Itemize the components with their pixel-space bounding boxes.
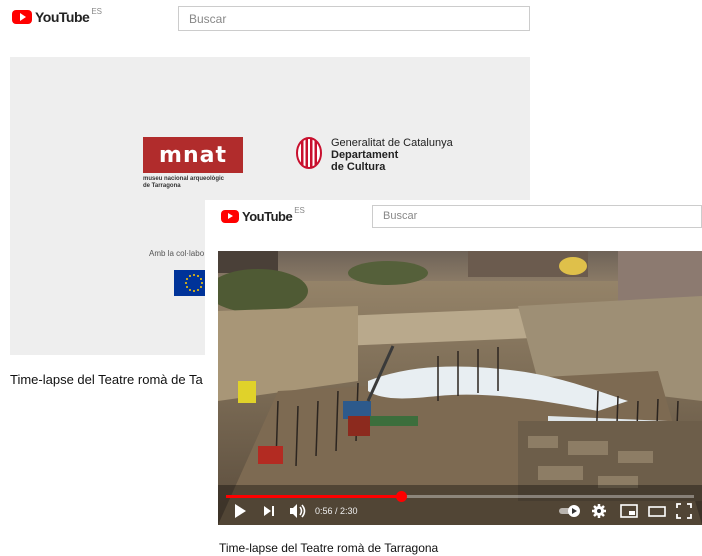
country-code: ES [294,206,305,215]
miniplayer-icon [620,504,638,518]
volume-button[interactable] [289,503,307,519]
time-display: 0:56 / 2:30 [315,506,358,516]
volume-icon [290,504,306,518]
youtube-play-icon [12,10,32,24]
theater-mode-button[interactable] [648,503,666,519]
gencat-line3: de Cultura [331,161,386,173]
video-frame-excavation-site [218,251,702,525]
play-button[interactable] [233,503,247,519]
progress-bar[interactable] [226,491,694,502]
country-code: ES [91,6,102,16]
gencat-text: Generalitat de Catalunya Departament de … [331,137,453,173]
youtube-logo[interactable]: YouTube ES [221,206,305,224]
autoplay-toggle[interactable] [558,503,582,519]
gear-icon [592,504,606,518]
gencat-line1: Generalitat de Catalunya [331,137,453,149]
mnat-logo: mnat [143,137,243,173]
progress-bar-played [226,495,401,498]
fullscreen-button[interactable] [676,503,692,519]
fullscreen-icon [676,503,692,519]
front-window: YouTube ES Buscar 0:56 / 2:30 Time-lapse… [205,200,702,556]
collaboration-text: Amb la col·labo [149,249,205,258]
video-title[interactable]: Time-lapse del Teatre romà de Ta [10,372,203,387]
mnat-subtitle-line1: museu nacional arqueològic [143,176,225,182]
miniplayer-button[interactable] [620,503,638,519]
mnat-subtitle-line2: de Tarragona [143,183,181,189]
next-button[interactable] [262,503,276,519]
search-input[interactable]: Buscar [372,205,702,228]
progress-scrubber[interactable] [395,491,407,502]
mnat-logo-text: mnat [159,143,227,168]
autoplay-toggle-icon [559,505,580,517]
theater-mode-icon [648,506,666,517]
masthead: YouTube ES Buscar [0,0,530,38]
masthead: YouTube ES Buscar [205,200,702,234]
next-icon [264,506,274,516]
youtube-wordmark: YouTube [242,209,293,224]
video-title[interactable]: Time-lapse del Teatre romà de Tarragona [219,541,438,555]
gencat-line2: Departament [331,149,399,161]
video-player[interactable]: 0:56 / 2:30 [218,251,702,525]
youtube-wordmark: YouTube [35,9,90,25]
mnat-subtitle: museu nacional arqueològic de Tarragona [143,176,253,190]
search-input[interactable]: Buscar [178,6,530,31]
play-icon [235,504,246,518]
settings-button[interactable] [591,503,607,519]
gencat-logo-icon [296,137,322,169]
youtube-logo[interactable]: YouTube ES [12,6,102,25]
youtube-play-icon [221,210,239,223]
